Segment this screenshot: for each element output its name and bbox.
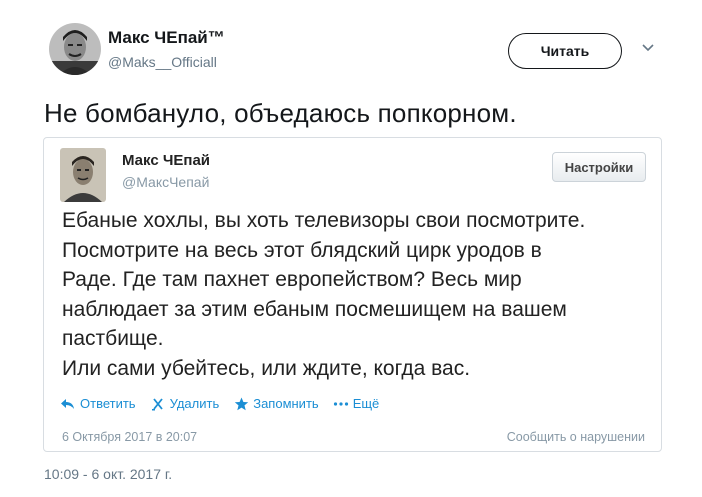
embedded-tweet-date[interactable]: 6 Октября 2017 в 20:07	[62, 430, 197, 444]
report-link[interactable]: Сообщить о нарушении	[507, 430, 645, 444]
star-icon	[233, 397, 249, 411]
embedded-author-name[interactable]: Макс ЧЕпай	[122, 152, 210, 169]
delete-button[interactable]: Удалить	[150, 396, 220, 411]
tweet-line: Ебаные хохлы, вы хоть телевизоры свои по…	[62, 209, 586, 232]
avatar[interactable]	[49, 23, 101, 75]
avatar[interactable]	[60, 148, 106, 202]
more-button[interactable]: Ещё	[333, 396, 380, 411]
author-handle[interactable]: @Maks__Officiall	[108, 54, 217, 70]
settings-button[interactable]: Настройки	[552, 152, 646, 182]
tweet-line: Посмотрите на весь этот блядский цирк ур…	[62, 238, 542, 262]
embedded-tweet-text: Ебаные хохлы, вы хоть телевизоры свои по…	[62, 206, 652, 383]
more-dots-icon	[333, 397, 349, 411]
tweet-timestamp[interactable]: 10:09 - 6 окт. 2017 г.	[44, 466, 172, 482]
reply-label: Ответить	[80, 396, 136, 411]
chevron-down-icon[interactable]	[641, 40, 655, 54]
delete-label: Удалить	[169, 396, 220, 411]
tweet-line: наблюдает за этим ебаным посмешищем на в…	[62, 297, 567, 321]
favorite-label: Запомнить	[253, 396, 319, 411]
reply-icon	[60, 397, 76, 411]
author-name[interactable]: Макс ЧЕпай™	[108, 28, 225, 48]
delete-icon	[150, 397, 166, 411]
tweet-line: Или сами убейтесь, или ждите, когда вас.	[62, 356, 471, 380]
tweet-line: Раде. Где там пахнет европейством? Весь …	[62, 268, 522, 291]
favorite-button[interactable]: Запомнить	[233, 396, 319, 411]
tweet-actions: Ответить Удалить Запомнить Ещё	[60, 396, 393, 411]
reply-button[interactable]: Ответить	[60, 396, 136, 411]
follow-button[interactable]: Читать	[508, 33, 622, 69]
embedded-author-handle[interactable]: @МаксЧепай	[122, 174, 209, 190]
more-label: Ещё	[352, 396, 380, 411]
tweet-line: пастбище.	[62, 327, 164, 350]
embedded-tweet-card: Макс ЧЕпай @МаксЧепай Настройки Ебаные х…	[43, 137, 662, 452]
tweet-text: Не бомбануло, объедаюсь попкорном.	[44, 98, 517, 128]
